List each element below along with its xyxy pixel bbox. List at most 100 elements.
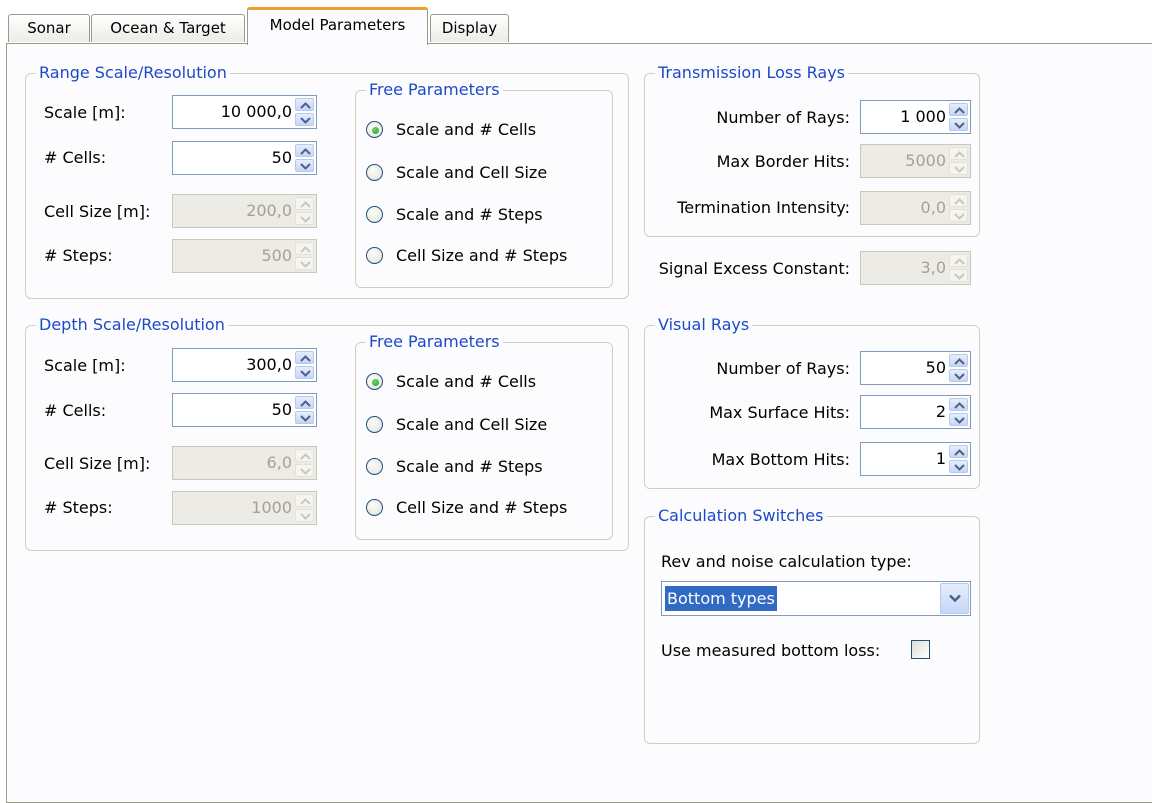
spin-up-icon[interactable] — [295, 396, 314, 409]
radio-label: Scale and Cell Size — [396, 163, 548, 182]
radio-icon — [366, 206, 383, 223]
spin-down-icon — [949, 162, 968, 175]
depth-scale-spinner[interactable]: 300,0 — [172, 348, 317, 382]
spin-down-icon[interactable] — [949, 460, 968, 473]
depth-cellsize-spinner: 6,0 — [172, 446, 317, 480]
radio-label: Cell Size and # Steps — [396, 246, 568, 265]
calc-switches-group: Calculation Switches — [644, 505, 980, 744]
visual-rays-value: 50 — [925, 358, 946, 377]
radio-icon — [366, 416, 383, 433]
spin-up-icon — [295, 449, 314, 462]
radio-selected-icon — [366, 373, 383, 390]
measured-loss-checkbox[interactable] — [911, 640, 930, 659]
tab-strip: Sonar Ocean & Target Model Parameters Di… — [0, 0, 1152, 45]
depth-steps-label: # Steps: — [44, 498, 113, 517]
calc-switches-title: Calculation Switches — [655, 505, 827, 527]
spin-up-icon[interactable] — [949, 354, 968, 367]
visual-surface-spinner[interactable]: 2 — [860, 395, 971, 429]
calc-type-select[interactable]: Bottom types — [661, 581, 971, 616]
radio-icon — [366, 247, 383, 264]
tl-rays-title: Transmission Loss Rays — [655, 62, 848, 84]
range-cellsize-value: 200,0 — [246, 201, 292, 220]
spin-up-icon — [949, 147, 968, 160]
calc-type-value: Bottom types — [665, 586, 777, 611]
visual-bottom-value: 1 — [935, 449, 946, 468]
tl-rays-spinner[interactable]: 1 000 — [860, 100, 971, 134]
spin-up-icon — [949, 254, 968, 267]
visual-rays-title: Visual Rays — [655, 314, 753, 336]
visual-rays-label: Number of Rays: — [716, 359, 850, 378]
chevron-down-icon[interactable] — [940, 583, 969, 614]
range-steps-value: 500 — [261, 246, 292, 265]
visual-rays-spinner[interactable]: 50 — [860, 351, 971, 385]
signal-excess-label: Signal Excess Constant: — [658, 259, 850, 278]
range-free-params-title: Free Parameters — [366, 79, 503, 101]
visual-bottom-spinner[interactable]: 1 — [860, 442, 971, 476]
radio-label: Scale and # Cells — [396, 120, 537, 139]
tab-display[interactable]: Display — [430, 14, 509, 42]
radio-label: Scale and # Steps — [396, 457, 543, 476]
measured-loss-label: Use measured bottom loss: — [661, 641, 881, 660]
spin-down-icon — [949, 209, 968, 222]
depth-scale-value: 300,0 — [246, 355, 292, 374]
spin-down-icon[interactable] — [295, 113, 314, 126]
spin-down-icon[interactable] — [295, 366, 314, 379]
spin-down-icon[interactable] — [949, 413, 968, 426]
tl-rays-value: 1 000 — [900, 107, 946, 126]
spin-up-icon[interactable] — [295, 351, 314, 364]
tl-border-label: Max Border Hits: — [716, 152, 850, 171]
depth-steps-spinner: 1000 — [172, 491, 317, 525]
depth-cells-label: # Cells: — [44, 401, 107, 420]
depth-group-title: Depth Scale/Resolution — [36, 314, 228, 336]
range-group-title: Range Scale/Resolution — [36, 62, 230, 84]
depth-cellsize-value: 6,0 — [266, 453, 292, 472]
range-scale-label: Scale [m]: — [44, 103, 126, 122]
range-steps-spinner: 500 — [172, 239, 317, 273]
spin-down-icon[interactable] — [949, 369, 968, 382]
depth-free-params-title: Free Parameters — [366, 331, 503, 353]
radio-icon — [366, 164, 383, 181]
range-cells-spinner[interactable]: 50 — [172, 141, 317, 175]
range-cellsize-spinner: 200,0 — [172, 194, 317, 228]
spin-down-icon — [949, 269, 968, 282]
spin-down-icon[interactable] — [949, 118, 968, 131]
radio-icon — [366, 458, 383, 475]
spin-down-icon — [295, 464, 314, 477]
spin-down-icon — [295, 509, 314, 522]
range-cells-label: # Cells: — [44, 148, 107, 167]
tl-term-spinner: 0,0 — [860, 191, 971, 225]
spin-down-icon[interactable] — [295, 411, 314, 424]
radio-label: Scale and # Cells — [396, 372, 537, 391]
depth-cells-spinner[interactable]: 50 — [172, 393, 317, 427]
spin-down-icon — [295, 212, 314, 225]
range-scale-spinner[interactable]: 10 000,0 — [172, 95, 317, 129]
spin-up-icon — [295, 242, 314, 255]
range-scale-value: 10 000,0 — [220, 102, 292, 121]
spin-up-icon[interactable] — [949, 445, 968, 458]
tab-ocean-target[interactable]: Ocean & Target — [91, 14, 245, 42]
tab-sonar[interactable]: Sonar — [8, 14, 90, 42]
radio-selected-icon — [366, 121, 383, 138]
range-steps-label: # Steps: — [44, 246, 113, 265]
spin-down-icon[interactable] — [295, 159, 314, 172]
visual-surface-value: 2 — [935, 402, 946, 421]
radio-label: Scale and Cell Size — [396, 415, 548, 434]
depth-steps-value: 1000 — [251, 498, 292, 517]
spin-up-icon[interactable] — [949, 398, 968, 411]
spin-up-icon — [295, 494, 314, 507]
tl-border-value: 5000 — [905, 151, 946, 170]
tl-term-label: Termination Intensity: — [677, 198, 850, 217]
signal-excess-value: 3,0 — [920, 258, 946, 277]
depth-cellsize-label: Cell Size [m]: — [44, 454, 151, 473]
radio-label: Cell Size and # Steps — [396, 498, 568, 517]
tab-model-parameters[interactable]: Model Parameters — [247, 7, 428, 45]
radio-icon — [366, 499, 383, 516]
depth-cells-value: 50 — [271, 400, 292, 419]
tl-rays-label: Number of Rays: — [716, 108, 850, 127]
spin-up-icon[interactable] — [295, 144, 314, 157]
spin-up-icon[interactable] — [949, 103, 968, 116]
spin-up-icon[interactable] — [295, 98, 314, 111]
spin-down-icon — [295, 257, 314, 270]
depth-scale-label: Scale [m]: — [44, 356, 126, 375]
spin-up-icon — [949, 194, 968, 207]
